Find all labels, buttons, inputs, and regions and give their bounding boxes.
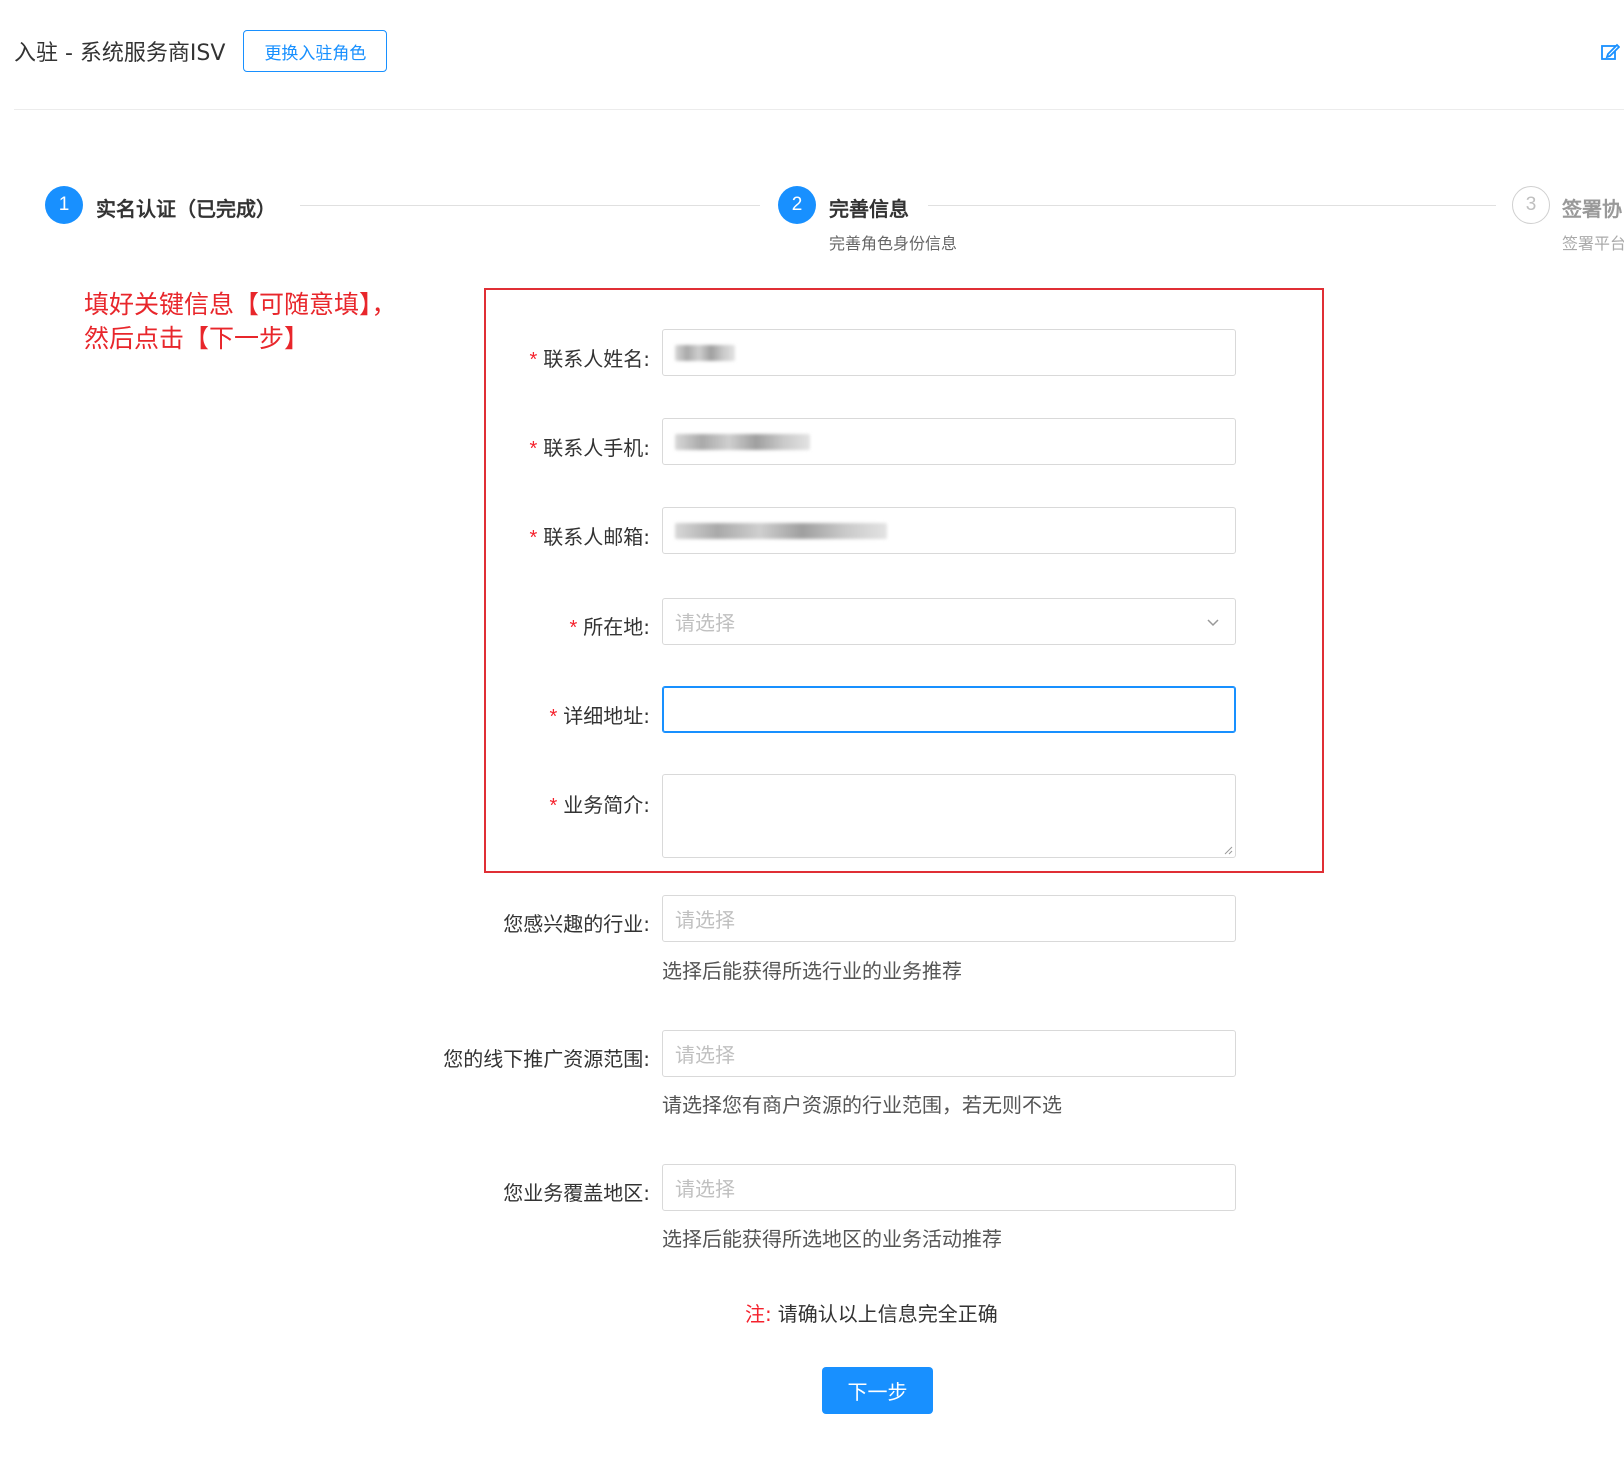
step-connector-2 xyxy=(928,205,1496,206)
business-intro-textarea[interactable] xyxy=(662,774,1236,858)
step-connector-1 xyxy=(300,205,760,206)
industry-select[interactable]: 请选择 xyxy=(662,895,1236,942)
confirmation-note: 注: 请确认以上信息完全正确 xyxy=(745,1298,998,1327)
contact-email-input[interactable] xyxy=(662,507,1236,554)
location-placeholder: 请选择 xyxy=(675,611,735,635)
page-title: 入驻 - 系统服务商ISV xyxy=(14,41,226,66)
note-prefix: 注: xyxy=(745,1302,772,1326)
step-2-title: 完善信息 xyxy=(829,197,909,221)
contact-phone-label: * 联系人手机: xyxy=(529,436,650,460)
location-select[interactable]: 请选择 xyxy=(662,598,1236,645)
required-mark: * xyxy=(549,795,558,817)
contact-name-label: * 联系人姓名: xyxy=(529,347,650,371)
step-1-title: 实名认证（已完成） xyxy=(96,197,276,221)
coverage-area-hint: 选择后能获得所选地区的业务活动推荐 xyxy=(662,1227,1002,1251)
offline-range-placeholder: 请选择 xyxy=(675,1043,735,1067)
next-step-button[interactable]: 下一步 xyxy=(822,1367,933,1414)
required-mark: * xyxy=(529,438,538,460)
redacted-value xyxy=(675,344,735,361)
annotation-line-1: 填好关键信息【可随意填】， xyxy=(84,290,397,319)
required-mark: * xyxy=(549,706,558,728)
step-3-description: 签署平台 xyxy=(1562,234,1624,253)
edit-icon[interactable] xyxy=(1600,42,1620,62)
offline-range-select[interactable]: 请选择 xyxy=(662,1030,1236,1077)
address-input[interactable] xyxy=(662,686,1236,733)
step-2-description: 完善角色身份信息 xyxy=(829,234,958,253)
offline-range-hint: 请选择您有商户资源的行业范围，若无则不选 xyxy=(662,1093,1062,1117)
step-3-circle: 3 xyxy=(1512,186,1550,224)
chevron-down-icon xyxy=(1207,619,1219,627)
step-3-title: 签署协 xyxy=(1562,197,1622,221)
redacted-value xyxy=(675,522,887,539)
required-mark: * xyxy=(529,349,538,371)
contact-email-label: * 联系人邮箱: xyxy=(529,525,650,549)
change-role-button[interactable]: 更换入驻角色 xyxy=(243,30,388,72)
redacted-value xyxy=(675,433,810,450)
coverage-area-select[interactable]: 请选择 xyxy=(662,1164,1236,1211)
annotation-line-2: 然后点击【下一步】 xyxy=(84,324,310,353)
coverage-area-label: 您业务覆盖地区: xyxy=(503,1181,650,1205)
resize-handle-icon[interactable] xyxy=(1221,843,1233,855)
step-2-circle: 2 xyxy=(778,186,816,224)
location-label: * 所在地: xyxy=(569,615,650,639)
required-mark: * xyxy=(569,617,578,639)
contact-name-input[interactable] xyxy=(662,329,1236,376)
offline-range-label: 您的线下推广资源范围: xyxy=(443,1047,650,1071)
industry-label: 您感兴趣的行业: xyxy=(503,912,650,936)
coverage-area-placeholder: 请选择 xyxy=(675,1177,735,1201)
instruction-annotation: 填好关键信息【可随意填】， 然后点击【下一步】 xyxy=(84,288,397,356)
address-label: * 详细地址: xyxy=(549,704,650,728)
header-divider xyxy=(14,109,1624,110)
required-mark: * xyxy=(529,527,538,549)
note-text: 请确认以上信息完全正确 xyxy=(777,1302,998,1326)
page-header: 入驻 - 系统服务商ISV 更换入驻角色 xyxy=(14,30,388,72)
industry-hint: 选择后能获得所选行业的业务推荐 xyxy=(662,959,962,983)
industry-placeholder: 请选择 xyxy=(675,908,735,932)
step-1-circle: 1 xyxy=(45,186,83,224)
business-intro-label: * 业务简介: xyxy=(549,793,650,817)
contact-phone-input[interactable] xyxy=(662,418,1236,465)
